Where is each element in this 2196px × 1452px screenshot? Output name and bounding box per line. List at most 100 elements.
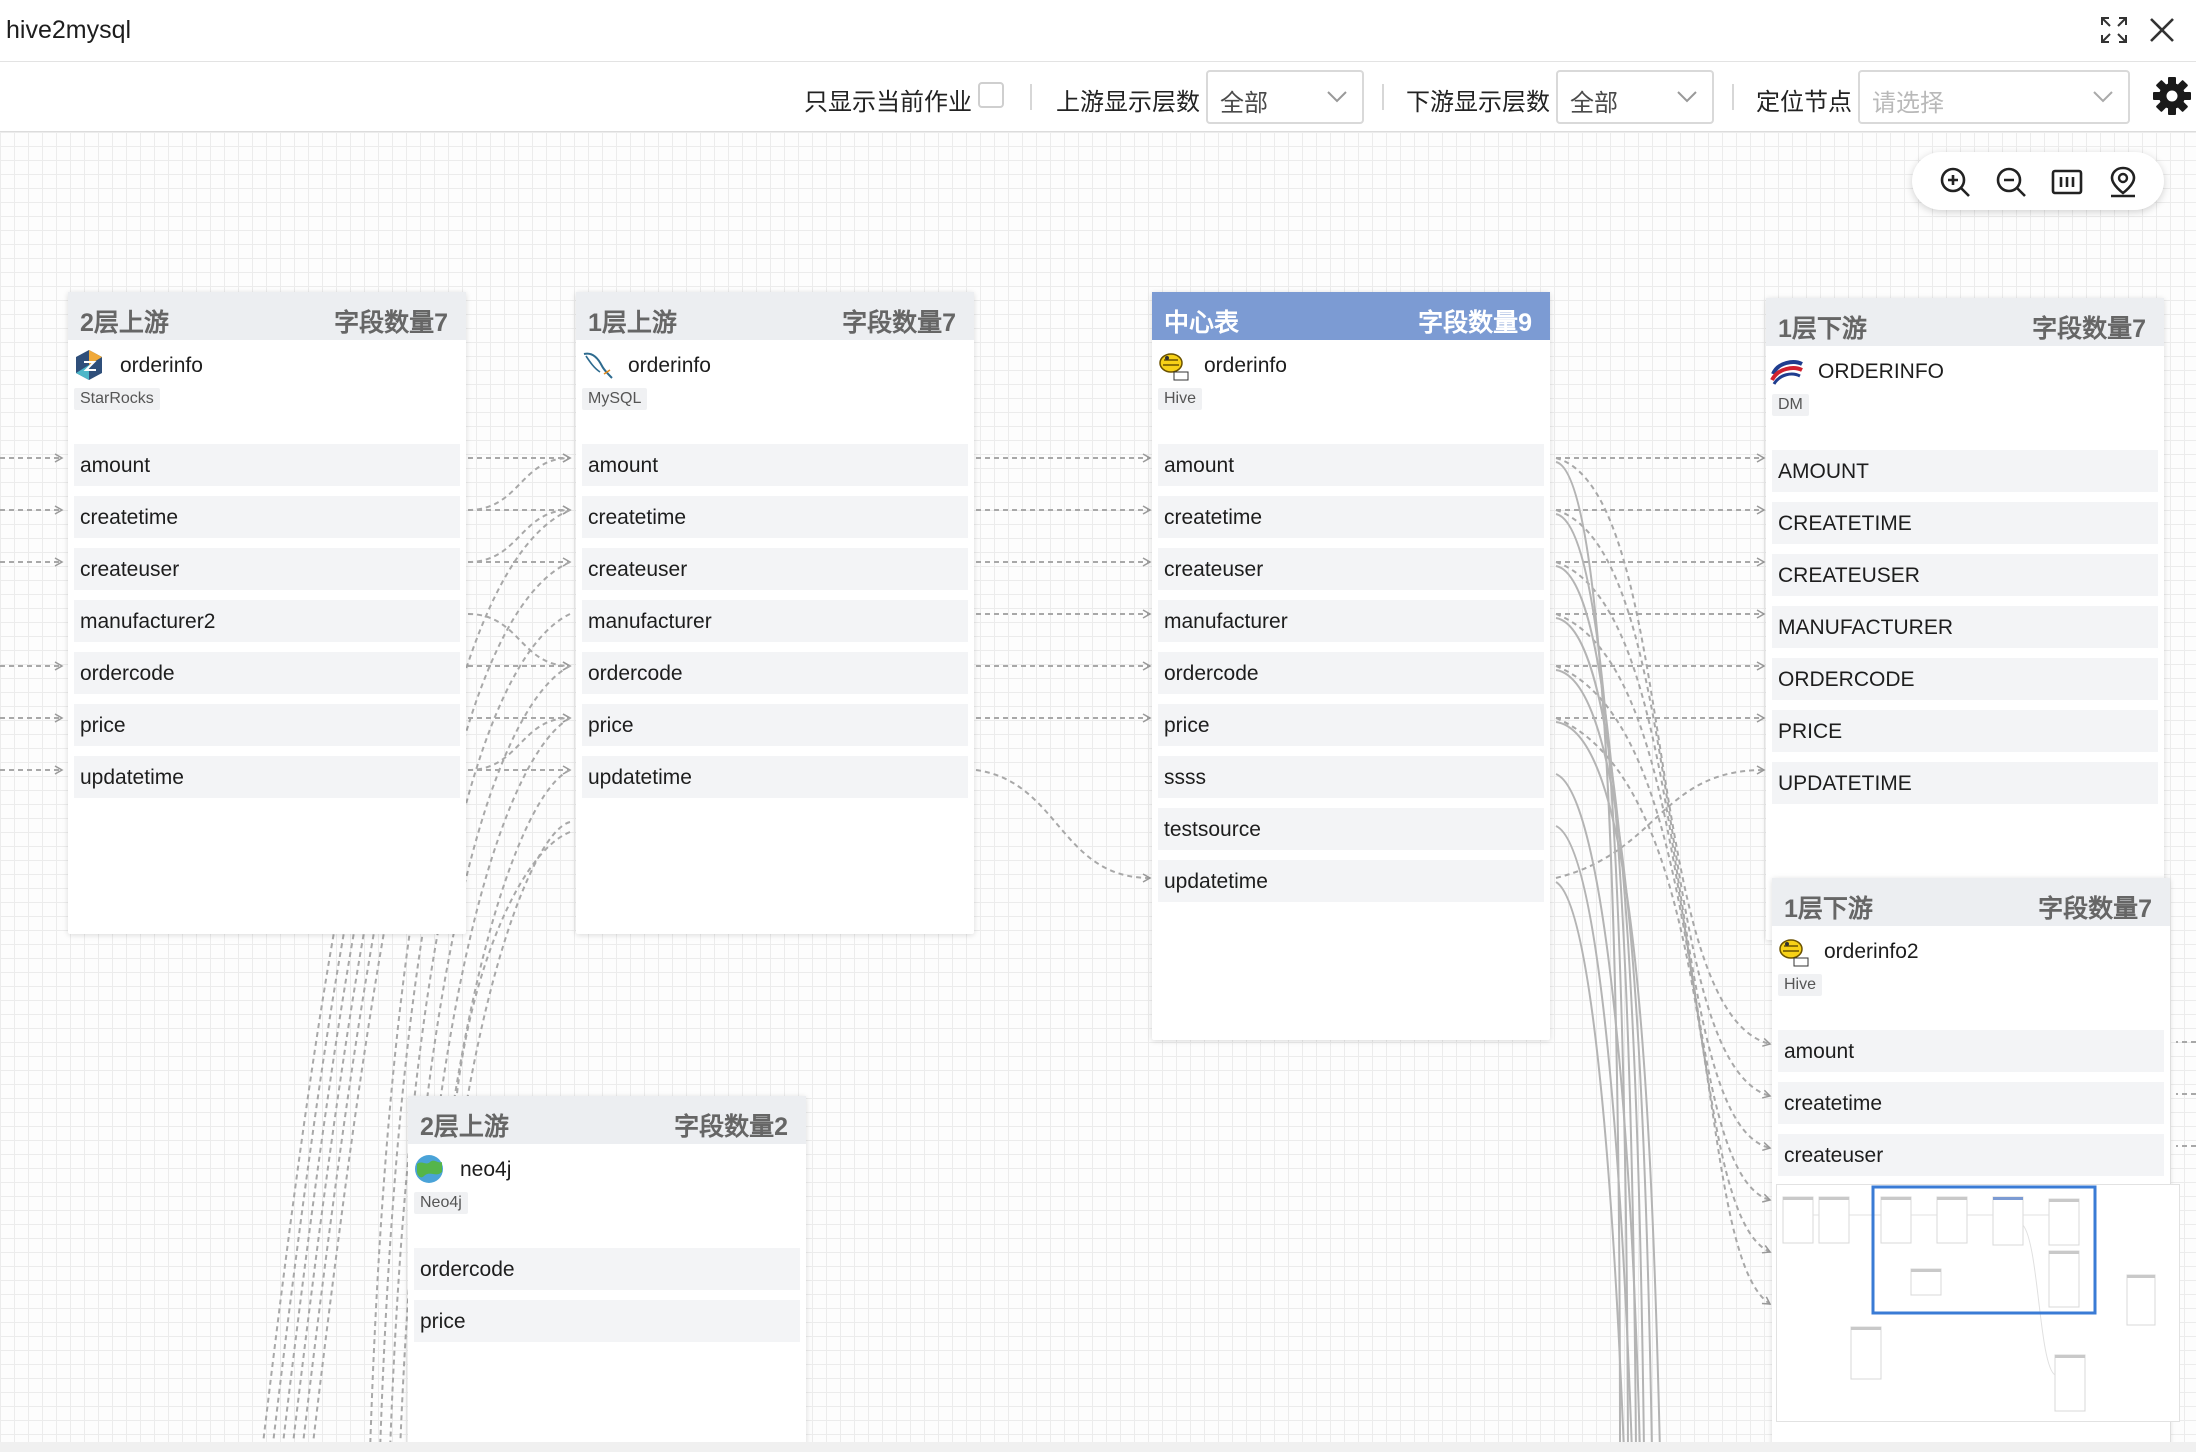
node-level: 2层上游: [420, 1113, 509, 1141]
dm-icon: [1770, 360, 1803, 385]
field-row[interactable]: updatetime: [1158, 860, 1544, 902]
table-name: orderinfo: [628, 354, 711, 377]
chevron-down-icon: [2093, 91, 2113, 103]
node-header: 1层下游 字段数量7: [1772, 878, 2170, 926]
table-name: orderinfo: [120, 354, 203, 377]
node-upstream2-starrocks[interactable]: 2层上游 字段数量7 orderinfo StarRocks amount cr…: [68, 292, 466, 934]
field-row[interactable]: MANUFACTURER: [1772, 606, 2158, 648]
field-row[interactable]: manufacturer: [582, 600, 968, 642]
node-level: 1层上游: [588, 309, 677, 337]
upstream-levels-select[interactable]: 全部: [1206, 70, 1364, 124]
node-level: 1层下游: [1778, 315, 1867, 343]
horizontal-scrollbar[interactable]: [0, 1442, 2196, 1452]
field-row[interactable]: amount: [582, 444, 968, 486]
toolbar-divider: [1382, 84, 1384, 110]
locate-node-label: 定位节点: [1756, 89, 1852, 116]
node-upstream2-neo4j[interactable]: 2层上游 字段数量2 neo4j Neo4j ordercode price: [408, 1096, 806, 1452]
db-type-badge: Neo4j: [414, 1192, 468, 1214]
field-row[interactable]: updatetime: [74, 756, 460, 798]
field-row[interactable]: createtime: [74, 496, 460, 538]
minimap-preview: [1782, 1185, 2156, 1412]
minimap[interactable]: [1776, 1184, 2180, 1422]
node-field-count: 字段数量9: [1418, 309, 1532, 337]
chevron-down-icon: [1327, 91, 1347, 103]
starrocks-icon: [76, 350, 102, 380]
locate-node-placeholder: 请选择: [1872, 90, 1944, 117]
node-header: 2层上游 字段数量2: [408, 1096, 806, 1144]
field-row[interactable]: createtime: [582, 496, 968, 538]
db-type-badge: Hive: [1778, 974, 1823, 996]
upstream-levels-value: 全部: [1220, 90, 1268, 117]
node-header: 中心表 字段数量9: [1152, 292, 1550, 340]
field-row[interactable]: createuser: [582, 548, 968, 590]
field-row[interactable]: AMOUNT: [1772, 450, 2158, 492]
field-row[interactable]: createuser: [74, 548, 460, 590]
field-row[interactable]: price: [414, 1300, 800, 1342]
field-row[interactable]: updatetime: [582, 756, 968, 798]
field-row[interactable]: createtime: [1158, 496, 1544, 538]
db-type-badge: Hive: [1158, 388, 1203, 410]
field-row[interactable]: createuser: [1778, 1134, 2164, 1176]
zoom-out-icon[interactable]: [1994, 165, 2028, 199]
db-type-badge: DM: [1772, 394, 1809, 416]
only-current-job-label: 只显示当前作业: [804, 89, 972, 116]
only-current-job-checkbox[interactable]: [978, 82, 1004, 108]
locate-icon[interactable]: [2106, 165, 2140, 199]
table-name: ORDERINFO: [1818, 360, 1944, 383]
neo4j-icon: [415, 1155, 443, 1183]
field-row[interactable]: price: [1158, 704, 1544, 746]
field-row[interactable]: CREATETIME: [1772, 502, 2158, 544]
node-field-count: 字段数量7: [2038, 895, 2152, 923]
field-row[interactable]: ordercode: [582, 652, 968, 694]
zoom-in-icon[interactable]: [1938, 165, 1972, 199]
node-field-count: 字段数量7: [334, 309, 448, 337]
field-row[interactable]: ORDERCODE: [1772, 658, 2158, 700]
field-row[interactable]: ordercode: [414, 1248, 800, 1290]
downstream-levels-select[interactable]: 全部: [1556, 70, 1714, 124]
table-name: orderinfo2: [1824, 940, 1919, 963]
db-type-badge: StarRocks: [74, 388, 160, 410]
node-upstream1-mysql[interactable]: 1层上游 字段数量7 orderinfo MySQL amount create…: [576, 292, 974, 934]
field-row[interactable]: amount: [1778, 1030, 2164, 1072]
mysql-dolphin-icon: [583, 352, 613, 379]
gear-icon[interactable]: [2152, 76, 2192, 116]
node-field-count: 字段数量7: [2032, 315, 2146, 343]
close-icon[interactable]: [2146, 14, 2178, 46]
locate-node-select[interactable]: 请选择: [1858, 70, 2130, 124]
table-name: neo4j: [460, 1158, 512, 1181]
toolbar-divider: [1732, 84, 1734, 110]
field-row[interactable]: ordercode: [74, 652, 460, 694]
node-center-hive[interactable]: 中心表 字段数量9 orderinfo Hive amount createti…: [1152, 292, 1550, 1040]
fit-view-icon[interactable]: [2050, 165, 2084, 199]
field-row[interactable]: amount: [74, 444, 460, 486]
node-downstream1-dm[interactable]: 1层下游 字段数量7 ORDERINFO DM AMOUNT CREATETIM…: [1766, 298, 2164, 940]
node-header: 2层上游 字段数量7: [68, 292, 466, 340]
field-row[interactable]: testsource: [1158, 808, 1544, 850]
field-row[interactable]: price: [74, 704, 460, 746]
node-header: 1层上游 字段数量7: [576, 292, 974, 340]
field-row[interactable]: UPDATETIME: [1772, 762, 2158, 804]
field-row[interactable]: PRICE: [1772, 710, 2158, 752]
lineage-canvas[interactable]: 2层上游 字段数量7 orderinfo StarRocks amount cr…: [0, 132, 2196, 1452]
window-titlebar: hive2mysql: [0, 0, 2196, 62]
field-row[interactable]: createuser: [1158, 548, 1544, 590]
field-row[interactable]: ordercode: [1158, 652, 1544, 694]
node-header: 1层下游 字段数量7: [1766, 298, 2164, 346]
field-row[interactable]: createtime: [1778, 1082, 2164, 1124]
field-row[interactable]: manufacturer: [1158, 600, 1544, 642]
expand-icon[interactable]: [2098, 14, 2130, 46]
node-level: 中心表: [1164, 309, 1240, 337]
db-type-badge: MySQL: [582, 388, 648, 410]
upstream-levels-label: 上游显示层数: [1056, 89, 1200, 116]
window-title: hive2mysql: [6, 16, 132, 44]
node-level: 2层上游: [80, 309, 169, 337]
chevron-down-icon: [1677, 91, 1697, 103]
toolbar-divider: [1030, 84, 1032, 110]
field-row[interactable]: amount: [1158, 444, 1544, 486]
node-level: 1层下游: [1784, 895, 1873, 923]
field-row[interactable]: manufacturer2: [74, 600, 460, 642]
field-row[interactable]: ssss: [1158, 756, 1544, 798]
zoom-controls: [1912, 152, 2164, 210]
field-row[interactable]: CREATEUSER: [1772, 554, 2158, 596]
field-row[interactable]: price: [582, 704, 968, 746]
